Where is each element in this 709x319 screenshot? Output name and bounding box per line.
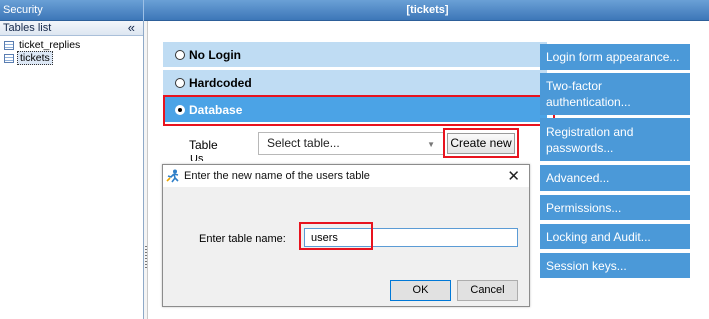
option-label: No Login — [189, 47, 241, 62]
table-item-tickets[interactable]: tickets — [4, 51, 143, 65]
radio-button[interactable] — [175, 77, 185, 88]
tables-list-header: Tables list « — [0, 20, 143, 36]
option-no-login[interactable]: No Login — [163, 42, 547, 67]
radio-button[interactable] — [175, 49, 185, 60]
session-keys-button[interactable]: Session keys... — [540, 253, 690, 278]
security-title: Security — [3, 4, 43, 16]
permissions-button[interactable]: Permissions... — [540, 195, 690, 220]
collapse-panel-icon[interactable]: « — [128, 20, 135, 35]
locking-audit-button[interactable]: Locking and Audit... — [540, 224, 690, 249]
panel-splitter[interactable] — [144, 21, 148, 319]
tables-list-label: Tables list — [3, 22, 52, 34]
table-item-ticket-replies[interactable]: ticket_replies — [4, 39, 143, 51]
title-bar: Security [tickets] — [0, 0, 709, 21]
table-item-label: ticket_replies — [19, 39, 81, 51]
registration-passwords-button[interactable]: Registration and passwords... — [540, 118, 690, 161]
splitter-grip-icon — [145, 246, 147, 268]
tables-panel: Tables list « ticket_replies tickets — [0, 20, 144, 319]
app-icon — [166, 169, 179, 183]
two-factor-button[interactable]: Two-factor authentication... — [540, 73, 690, 115]
ok-button[interactable]: OK — [390, 280, 451, 301]
page-title: [tickets] — [406, 4, 449, 16]
table-select-value: Select table... — [267, 136, 340, 150]
table-label: Table — [189, 138, 218, 152]
dialog-title-bar: Enter the new name of the users table ✕ — [163, 165, 529, 187]
title-divider — [143, 0, 144, 21]
option-label: Hardcoded — [189, 75, 252, 90]
login-form-appearance-button[interactable]: Login form appearance... — [540, 44, 690, 70]
dialog-title: Enter the new name of the users table — [184, 170, 370, 182]
advanced-button[interactable]: Advanced... — [540, 165, 690, 191]
table-select[interactable]: Select table... ▼ — [258, 132, 444, 155]
table-item-label: tickets — [17, 51, 53, 65]
close-icon[interactable]: ✕ — [507, 167, 520, 185]
highlight-box — [163, 95, 555, 126]
option-hardcoded[interactable]: Hardcoded — [163, 70, 547, 95]
highlight-box — [443, 128, 519, 158]
table-icon — [4, 53, 14, 63]
highlight-box — [299, 222, 373, 250]
chevron-down-icon: ▼ — [427, 140, 435, 149]
cancel-button[interactable]: Cancel — [457, 280, 518, 301]
table-icon — [4, 40, 14, 50]
table-name-label: Enter table name: — [199, 233, 286, 245]
hidden-field-label: Us — [190, 155, 204, 161]
